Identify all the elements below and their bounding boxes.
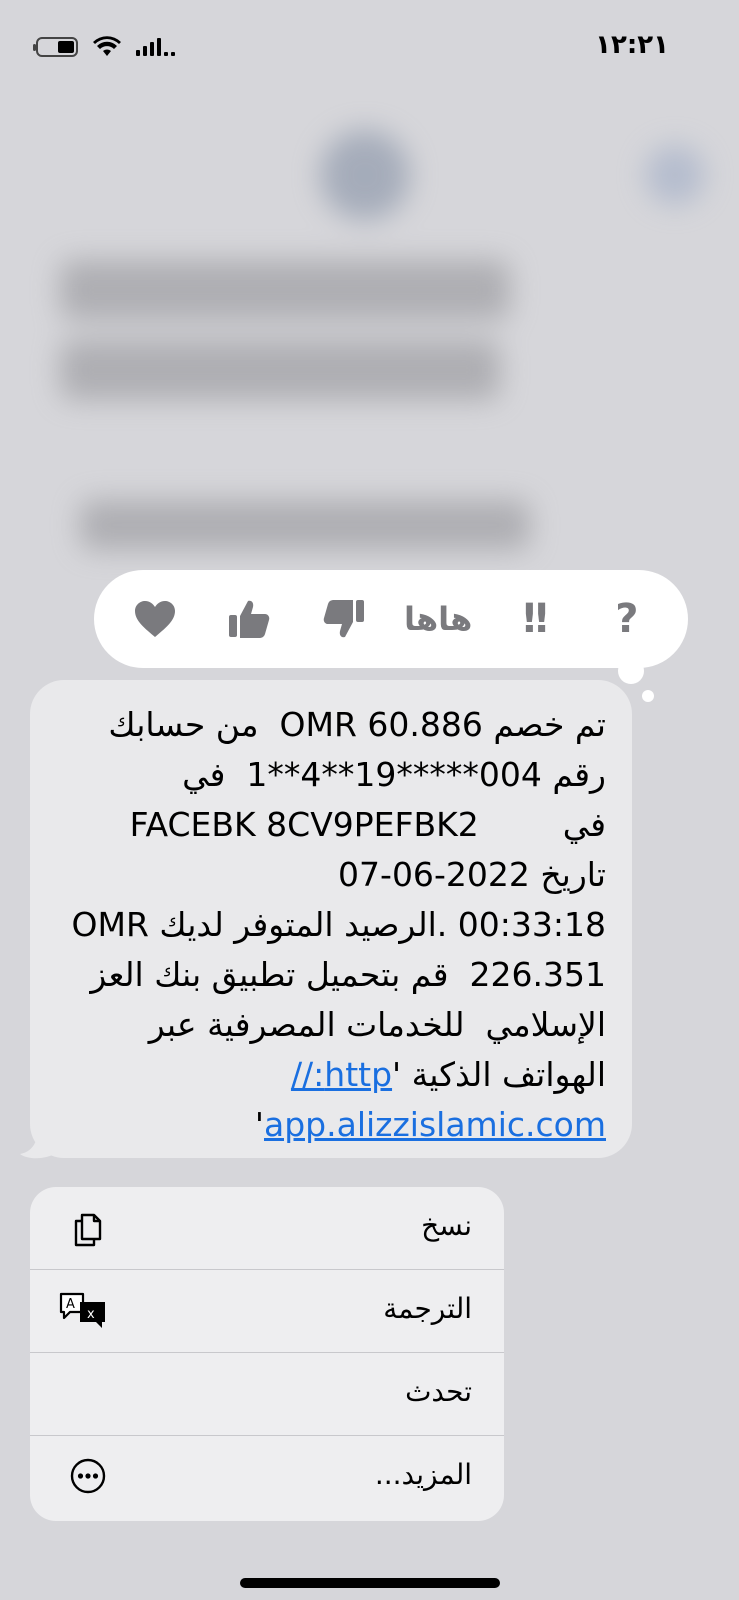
- emphasize-label: !!: [520, 596, 551, 642]
- message-line-suffix: ': [254, 1105, 264, 1144]
- message-line: FACEBK 8CV9PEFBK2 في: [129, 805, 606, 844]
- thumbs-up-icon: [229, 600, 270, 638]
- menu-item-speak[interactable]: تحدث: [30, 1353, 504, 1436]
- menu-item-translate[interactable]: A x الترجمة: [30, 1270, 504, 1353]
- message-link-part1[interactable]: http://: [291, 1055, 392, 1094]
- message-line: تاريخ 2022-06-07: [338, 855, 606, 894]
- message-link-part2[interactable]: app.alizzislamic.com: [264, 1105, 606, 1144]
- home-indicator[interactable]: [240, 1578, 500, 1588]
- reaction-heart[interactable]: [119, 583, 191, 655]
- thumbs-down-icon: [323, 600, 364, 638]
- reaction-bar-tail: [618, 658, 644, 684]
- haha-label: هاها: [403, 600, 473, 638]
- menu-item-more[interactable]: المزيد...: [30, 1436, 504, 1519]
- svg-text:A: A: [66, 1297, 75, 1312]
- message-bubble-tail: [20, 1128, 58, 1159]
- heart-icon: [135, 601, 176, 637]
- more-icon: [70, 1458, 106, 1494]
- reaction-thumbs-up[interactable]: [213, 583, 285, 655]
- reaction-emphasize[interactable]: !!: [496, 583, 568, 655]
- reaction-thumbs-down[interactable]: [308, 583, 380, 655]
- message-line: رقم 004*****19**4**1 في: [182, 755, 606, 794]
- question-label: ?: [615, 596, 639, 642]
- cellular-signal-icon: [136, 38, 175, 56]
- status-time: ١٢:٢١: [595, 30, 669, 60]
- svg-text:x: x: [87, 1307, 95, 1322]
- battery-icon: [33, 37, 78, 57]
- message-bubble[interactable]: تم خصم OMR 60.886 من حسابك رقم 004*****1…: [30, 680, 632, 1158]
- translate-icon: A x: [59, 1292, 105, 1328]
- status-icons: [33, 36, 175, 58]
- context-menu: نسخ A x الترجمة تحدث المزيد...: [30, 1187, 504, 1521]
- menu-item-label: نسخ: [421, 1209, 472, 1242]
- tapback-reaction-bar: هاها !! ?: [94, 570, 688, 668]
- reaction-bar-tail-dot: [642, 690, 654, 702]
- message-line: تم خصم OMR 60.886 من حسابك: [108, 705, 606, 744]
- menu-item-label: الترجمة: [383, 1292, 472, 1325]
- copy-icon: [74, 1213, 102, 1247]
- message-line: الهواتف الذكية ': [392, 1055, 606, 1094]
- message-line: 226.351 قم بتحميل تطبيق بنك العز: [90, 955, 606, 994]
- menu-item-copy[interactable]: نسخ: [30, 1187, 504, 1270]
- message-line: الإسلامي للخدمات المصرفية عبر: [148, 1005, 606, 1044]
- menu-item-label: المزيد...: [374, 1458, 472, 1491]
- message-text: تم خصم OMR 60.886 من حسابك رقم 004*****1…: [56, 700, 606, 1150]
- message-line: 00:33:18 .الرصيد المتوفر لديك OMR: [71, 905, 606, 944]
- reaction-haha[interactable]: هاها: [402, 583, 474, 655]
- menu-item-label: تحدث: [405, 1375, 472, 1408]
- status-bar: ١٢:٢١: [0, 28, 739, 68]
- reaction-question[interactable]: ?: [591, 583, 663, 655]
- wifi-icon: [93, 36, 121, 56]
